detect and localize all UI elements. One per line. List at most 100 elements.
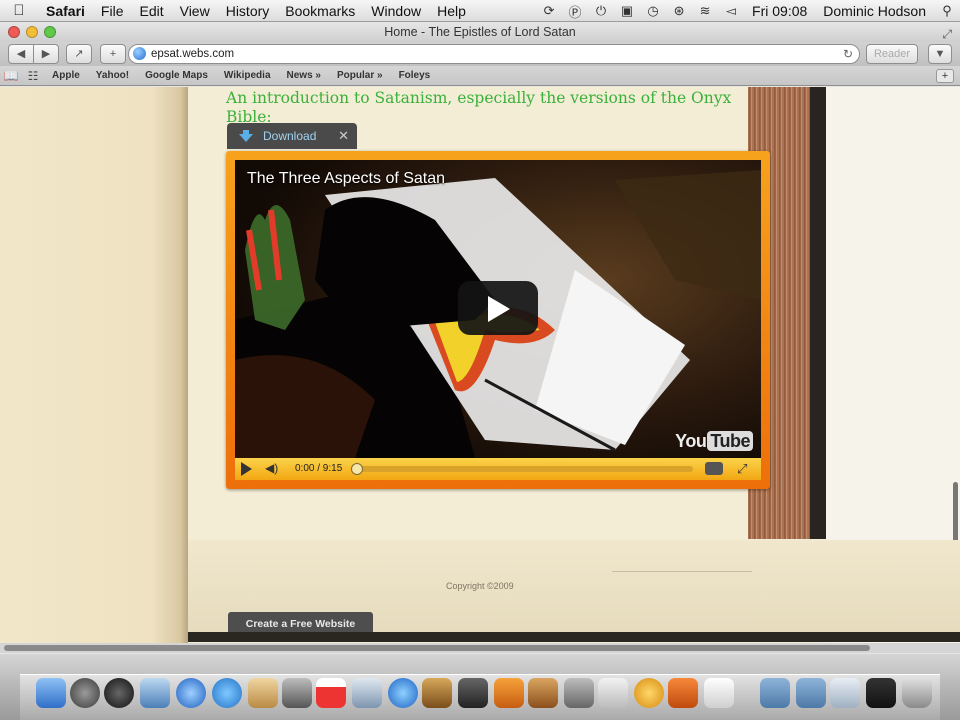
apple-menu-icon[interactable]:  [0, 2, 38, 19]
safari-icon[interactable] [176, 678, 206, 708]
video-fullscreen-icon[interactable]: ⤢ [737, 461, 747, 477]
youtube-logo[interactable]: You Tube [675, 431, 753, 452]
vlc-icon[interactable] [494, 678, 524, 708]
book-bottom-edge [188, 632, 960, 642]
spotlight-search-icon[interactable]: ⚲ [934, 3, 960, 19]
reader-button[interactable]: Reader [866, 44, 918, 64]
menu-help[interactable]: Help [429, 3, 474, 19]
internet-icon[interactable] [212, 678, 242, 708]
book-spine [810, 87, 826, 539]
menu-app-safari[interactable]: Safari [38, 3, 93, 19]
address-bar[interactable]: epsat.webs.com ↻ [128, 44, 860, 64]
forward-arrow-icon: ▶ [41, 48, 51, 60]
downloads-icon: ▼ [934, 48, 946, 60]
trash-icon[interactable] [902, 678, 932, 708]
close-download-icon[interactable]: ✕ [338, 123, 349, 149]
youtube-logo-you: You [675, 431, 707, 451]
final-cut-icon[interactable] [458, 678, 488, 708]
script-icon[interactable]: Ⓟ [562, 2, 588, 21]
menubar-status-area: ⟳ Ⓟ ⏻ ▣ ◷ ⊛ ≋ ◅ Fri 09:08 Dominic Hodson… [536, 0, 960, 22]
display-icon[interactable]: ▣ [614, 3, 640, 19]
horizontal-scroll-thumb[interactable] [4, 645, 870, 651]
dashboard-icon[interactable] [104, 678, 134, 708]
volume-icon[interactable]: ◅ [718, 3, 744, 19]
iphoto-icon[interactable] [352, 678, 382, 708]
window-minimized-icon[interactable] [866, 678, 896, 708]
finder-icon[interactable] [36, 678, 66, 708]
forward-button[interactable]: ▶ [33, 44, 59, 64]
garageband-icon[interactable] [528, 678, 558, 708]
video-time: 0:00 / 9:15 [295, 463, 343, 474]
control-play-icon[interactable] [241, 462, 252, 476]
itunes-icon[interactable] [388, 678, 418, 708]
menu-view[interactable]: View [172, 3, 218, 19]
calendar-icon[interactable] [316, 678, 346, 708]
preview-icon[interactable] [704, 678, 734, 708]
horizontal-scrollbar[interactable] [0, 643, 960, 653]
menubar-user[interactable]: Dominic Hodson [815, 3, 934, 19]
bookmark-foleys[interactable]: Foleys [391, 70, 439, 81]
play-icon [488, 296, 510, 322]
downloads-stack-icon[interactable] [830, 678, 860, 708]
window-controls [8, 26, 56, 38]
address-url: epsat.webs.com [151, 48, 235, 60]
menu-history[interactable]: History [218, 3, 278, 19]
dock [0, 654, 960, 720]
volume-control-icon[interactable]: ◀) [265, 461, 278, 475]
reminders-icon[interactable] [668, 678, 698, 708]
video-controls: ◀) 0:00 / 9:15 ⤢ [235, 458, 761, 480]
time-machine-icon[interactable]: ◷ [640, 3, 666, 19]
bookmark-wikipedia[interactable]: Wikipedia [216, 70, 279, 81]
add-bookmark-button[interactable]: + [100, 44, 126, 64]
reading-list-icon[interactable]: 📖 [0, 69, 22, 83]
new-tab-plus-icon[interactable]: + [936, 69, 954, 83]
reload-icon[interactable]: ↻ [843, 45, 853, 63]
back-button[interactable]: ◀ [8, 44, 34, 64]
share-icon: ↗ [74, 48, 84, 60]
system-preferences-icon[interactable] [564, 678, 594, 708]
video-play-button[interactable] [458, 281, 538, 335]
player-size-icon[interactable] [705, 462, 723, 475]
share-button[interactable]: ↗ [66, 44, 92, 64]
bluetooth-icon[interactable]: ⊛ [666, 3, 692, 19]
bookmark-popular-folder[interactable]: Popular » [329, 70, 391, 81]
footer-ornament [612, 571, 752, 572]
menu-file[interactable]: File [93, 3, 132, 19]
minimize-window-button[interactable] [26, 26, 38, 38]
top-sites-icon[interactable]: ☷ [22, 69, 44, 83]
menu-window[interactable]: Window [363, 3, 429, 19]
bookmark-google-maps[interactable]: Google Maps [137, 70, 216, 81]
contacts-icon[interactable] [248, 678, 278, 708]
video-thumbnail[interactable]: The Three Aspects of Satan You Tube [235, 160, 761, 458]
zoom-window-button[interactable] [44, 26, 56, 38]
applications-folder-icon[interactable] [760, 678, 790, 708]
menu-bookmarks[interactable]: Bookmarks [277, 3, 363, 19]
video-progress-bar[interactable] [355, 466, 693, 472]
downloads-button[interactable]: ▼ [928, 44, 952, 64]
youtube-logo-tube: Tube [707, 431, 753, 451]
bookmark-yahoo[interactable]: Yahoo! [88, 70, 137, 81]
book-left-page [0, 87, 188, 653]
close-window-button[interactable] [8, 26, 20, 38]
launchpad-icon[interactable] [70, 678, 100, 708]
documents-folder-icon[interactable] [796, 678, 826, 708]
mail-icon[interactable] [140, 678, 170, 708]
photo-booth-icon[interactable] [282, 678, 312, 708]
window-title: Home - The Epistles of Lord Satan [384, 25, 576, 39]
copyright-text: Copyright ©2009 [446, 581, 514, 591]
video-download-tab[interactable]: Download ✕ [227, 123, 357, 149]
imovie-icon[interactable] [422, 678, 452, 708]
menubar-clock[interactable]: Fri 09:08 [744, 3, 815, 19]
power-icon[interactable]: ⏻ [588, 3, 614, 19]
sync-icon[interactable]: ⟳ [536, 3, 562, 19]
utility-app-icon[interactable] [634, 678, 664, 708]
bookmark-news-folder[interactable]: News » [279, 70, 329, 81]
bookmark-apple[interactable]: Apple [44, 70, 88, 81]
video-player: The Three Aspects of Satan You Tube ◀) 0:… [226, 151, 770, 489]
wifi-icon[interactable]: ≋ [692, 3, 718, 19]
video-progress-knob[interactable] [351, 463, 363, 475]
fullscreen-icon[interactable]: ⤢ [942, 24, 952, 44]
site-favicon-icon [133, 47, 146, 60]
menu-edit[interactable]: Edit [131, 3, 171, 19]
n3-app-icon[interactable] [598, 678, 628, 708]
